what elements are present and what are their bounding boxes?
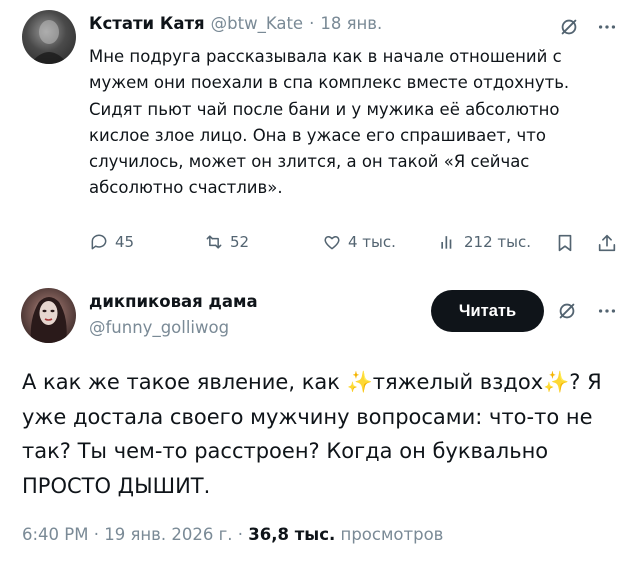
avatar[interactable] [21,288,76,343]
author-name[interactable]: Кстати Катя [89,14,205,33]
tweet-text: А как же такое явление, как ✨тяжелый взд… [22,365,622,503]
tweet-text-line: случилось, может он злится, а он такой «… [89,152,530,172]
retweet-count: 52 [230,233,250,251]
tweet-text-line: Мне подруга рассказывала как в начале от… [89,47,562,66]
text-segment: ? Я [569,370,602,394]
author-handle[interactable]: @btw_Kate [211,14,303,33]
tweet-text-line: Сидят пьют чай после бани и у мужика её … [89,99,560,119]
tweet-text-line: А как же такое явление, как ✨тяжелый взд… [22,365,622,400]
retweet-icon [206,235,222,249]
retweet-button[interactable]: 52 [204,232,249,252]
text-segment: тяжелый вздох [372,370,544,394]
like-count: 4 тыс. [348,233,396,251]
tweet-meta: 6:40 PM · 19 янв. 2026 г. · 36,8 тыс. пр… [22,525,443,544]
tweet-header: Кстати Катя @btw_Kate · 18 янв. [89,14,382,33]
tweet-text-line: абсолютно счастлив». [89,178,283,198]
avatar[interactable] [22,10,76,64]
tweet-text: Мне подруга рассказывала как в начале от… [89,44,609,202]
bookmark-icon[interactable] [554,232,576,254]
share-icon[interactable] [596,232,618,254]
views-count: 212 тыс. [464,233,531,251]
more-icon[interactable] [596,300,618,322]
views-label: просмотров [335,525,444,544]
tweet-text-line: так? Ты чем-то расстроен? Когда он буква… [22,439,549,463]
tweet-text-line: мужем они поехали в спа комплекс вместе … [89,73,570,93]
tweet-text-line: уже достала своего мужчину вопросами: чт… [22,404,593,429]
tweet-text-line: кислое злое лицо. Она в ужасе его спраши… [89,125,546,145]
sparkles-icon: ✨ [346,370,373,394]
reply-count: 45 [115,233,135,251]
tweet-text-line: ПРОСТО ДЫШИТ. [22,473,211,498]
grok-icon[interactable] [558,16,580,38]
reply-icon [91,234,107,250]
sparkles-icon: ✨ [543,370,570,394]
text-segment: А как же такое явление, как [22,370,347,394]
more-icon[interactable] [596,16,618,38]
reply-button[interactable]: 45 [89,232,134,252]
views-button[interactable]: 212 тыс. [438,232,531,252]
timestamp[interactable]: 6:40 PM · 19 янв. 2026 г. · [22,525,248,544]
follow-button[interactable]: Читать [431,290,544,332]
like-icon [324,235,340,250]
views-count: 36,8 тыс. [248,525,336,544]
grok-icon[interactable] [556,300,578,322]
author-name[interactable]: дикпиковая дама [89,292,258,311]
separator: · [309,14,315,33]
views-icon [441,236,452,249]
tweet-date[interactable]: 18 янв. [320,14,382,33]
like-button[interactable]: 4 тыс. [322,232,396,252]
author-handle[interactable]: @funny_golliwog [89,318,229,337]
